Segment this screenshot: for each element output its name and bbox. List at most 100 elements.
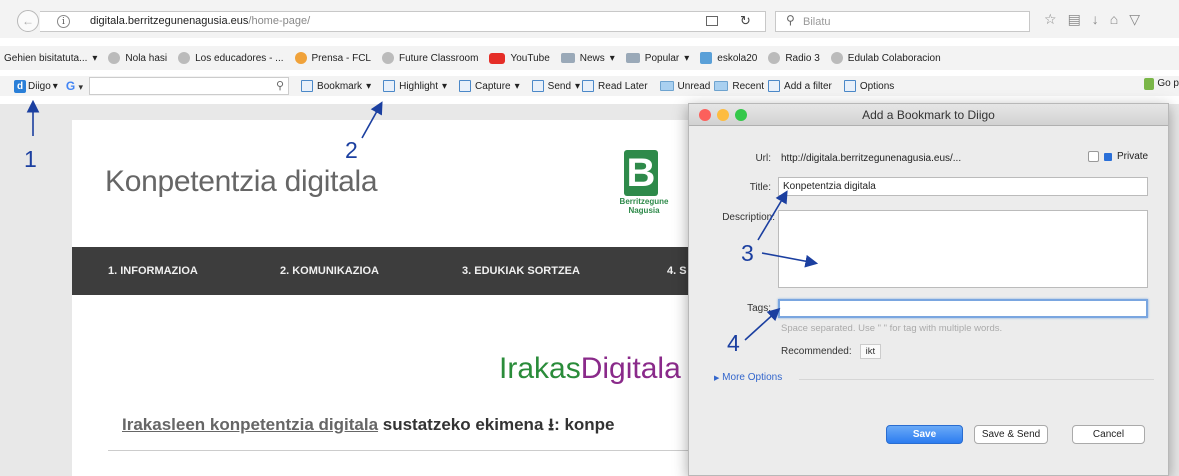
youtube-icon bbox=[489, 52, 506, 64]
site-title: Konpetentzia digitala bbox=[105, 165, 378, 198]
star-icon[interactable]: ☆ bbox=[1044, 11, 1057, 28]
intro-link[interactable]: Irakasleen konpetentzia digitala bbox=[122, 415, 378, 434]
globe-icon bbox=[381, 52, 394, 64]
dialog-titlebar[interactable]: Add a Bookmark to Diigo bbox=[689, 104, 1168, 126]
bookmark-youtube[interactable]: YouTube bbox=[489, 52, 550, 64]
unread-button[interactable]: Unread bbox=[659, 81, 710, 92]
description-label: Description: bbox=[722, 212, 775, 223]
reader-view-icon[interactable] bbox=[706, 16, 718, 26]
read-later-button[interactable]: Read Later bbox=[582, 80, 648, 92]
folder-icon bbox=[659, 81, 674, 91]
intro-text: Irakasleen konpetentzia digitala sustatz… bbox=[122, 415, 615, 434]
browser-search-input[interactable]: ⚲ Bilatu bbox=[775, 11, 1030, 32]
private-checkbox[interactable] bbox=[1088, 151, 1099, 162]
recommended-tag-chip[interactable]: ikt bbox=[859, 344, 882, 359]
chevron-down-icon: ▾ bbox=[366, 80, 372, 92]
divider bbox=[108, 450, 692, 451]
tags-label: Tags: bbox=[747, 303, 771, 314]
download-icon[interactable]: ↓ bbox=[1092, 11, 1099, 28]
reload-icon[interactable]: ↻ bbox=[740, 13, 751, 29]
search-icon: ⚲ bbox=[275, 80, 285, 92]
highlight-icon bbox=[383, 80, 396, 92]
url-bar[interactable]: i digitala.berritzegunenagusia.eus/home-… bbox=[40, 11, 766, 32]
flag-icon bbox=[700, 52, 713, 64]
google-search-engine-button[interactable]: G ▾ bbox=[66, 79, 83, 93]
site-navbar: 1. INFORMAZIOA 2. KOMUNIKAZIOA 3. EDUKIA… bbox=[72, 247, 692, 295]
read-later-icon bbox=[582, 80, 595, 92]
leaf-icon bbox=[1144, 78, 1155, 90]
chevron-down-icon: ▾ bbox=[609, 52, 615, 64]
url-value: http://digitala.berritzegunenagusia.eus/… bbox=[781, 153, 962, 164]
tags-hint: Space separated. Use " " for tag with mu… bbox=[781, 323, 1003, 334]
filter-icon bbox=[768, 80, 781, 92]
berritzegune-logo[interactable]: B bbox=[624, 150, 658, 196]
more-options-toggle[interactable]: ▶ More Options bbox=[714, 372, 782, 383]
bookmark-folder-popular[interactable]: Popular ▾ bbox=[625, 52, 690, 64]
title-input[interactable] bbox=[778, 177, 1148, 196]
bookmarks-bar: Gehien bisitatuta... ▾ Nola hasi Los educ… bbox=[0, 46, 1179, 70]
bookmark-button[interactable]: Bookmark ▾ bbox=[301, 80, 371, 92]
dialog-title: Add a Bookmark to Diigo bbox=[862, 108, 995, 122]
globe-icon bbox=[108, 52, 121, 64]
private-toggle[interactable]: Private bbox=[1088, 151, 1148, 162]
pocket-icon[interactable]: ▽ bbox=[1129, 11, 1140, 28]
home-icon[interactable]: ⌂ bbox=[1110, 11, 1118, 28]
add-filter-button[interactable]: Add a filter bbox=[768, 80, 832, 92]
info-icon[interactable]: i bbox=[57, 15, 70, 28]
diigo-menu-button[interactable]: d Diigo ▾ bbox=[14, 79, 58, 93]
bookmark-los-educadores[interactable]: Los educadores - ... bbox=[178, 52, 284, 64]
search-icon: ⚲ bbox=[786, 13, 795, 27]
save-button[interactable]: Save bbox=[886, 425, 963, 444]
go-premium-link[interactable]: Go p bbox=[1144, 78, 1179, 90]
send-button[interactable]: Send ▾ bbox=[531, 80, 581, 92]
annotation-2: 2 bbox=[345, 137, 358, 163]
folder-icon bbox=[560, 53, 575, 63]
chevron-down-icon: ▾ bbox=[442, 80, 448, 92]
chevron-down-icon: ▾ bbox=[684, 52, 690, 64]
annotation-4: 4 bbox=[727, 330, 740, 356]
add-bookmark-dialog: Add a Bookmark to Diigo Url: http://digi… bbox=[688, 103, 1169, 476]
library-icon[interactable]: ▤ bbox=[1068, 11, 1081, 28]
folder-icon bbox=[714, 81, 729, 91]
description-textarea[interactable] bbox=[778, 210, 1148, 288]
capture-icon bbox=[459, 80, 472, 92]
nav-item-4[interactable]: 4. S bbox=[667, 265, 687, 277]
bookmark-most-visited[interactable]: Gehien bisitatuta... ▾ bbox=[4, 53, 97, 64]
lock-icon bbox=[1104, 152, 1112, 161]
send-icon bbox=[531, 80, 544, 92]
capture-button[interactable]: Capture ▾ bbox=[459, 80, 520, 92]
bookmark-radio3[interactable]: Radio 3 bbox=[768, 52, 820, 64]
chevron-down-icon: ▾ bbox=[92, 52, 98, 64]
back-button[interactable]: ← bbox=[17, 10, 39, 32]
nav-item-informazioa[interactable]: 1. INFORMAZIOA bbox=[108, 265, 198, 277]
options-icon bbox=[843, 80, 856, 92]
recommended-tags: Recommended: ikt bbox=[781, 344, 882, 359]
bookmark-future-classroom[interactable]: Future Classroom bbox=[381, 52, 478, 64]
folder-icon bbox=[625, 53, 640, 63]
bookmark-prensa-fcl[interactable]: Prensa - FCL bbox=[294, 52, 371, 64]
nav-item-komunikazioa[interactable]: 2. KOMUNIKAZIOA bbox=[280, 265, 379, 277]
options-button[interactable]: Options bbox=[843, 80, 894, 92]
browser-nav-icons: ☆ ▤ ↓ ⌂ ▽ bbox=[1044, 11, 1140, 28]
bookmark-eskola20[interactable]: eskola20 bbox=[700, 52, 757, 64]
diigo-logo-icon: d bbox=[14, 79, 26, 93]
chevron-down-icon: ▾ bbox=[52, 80, 58, 92]
chevron-down-icon: ▾ bbox=[78, 82, 84, 92]
bookmark-edulab[interactable]: Edulab Colaboracion bbox=[830, 52, 941, 64]
highlight-button[interactable]: Highlight ▾ bbox=[383, 80, 447, 92]
annotation-3: 3 bbox=[741, 240, 754, 266]
tags-input[interactable] bbox=[778, 299, 1148, 318]
save-send-button[interactable]: Save & Send bbox=[974, 425, 1048, 444]
url-text: digitala.berritzegunenagusia.eus/home-pa… bbox=[90, 15, 311, 27]
url-label: Url: bbox=[755, 153, 771, 164]
bookmark-nola-hasi[interactable]: Nola hasi bbox=[108, 52, 167, 64]
chevron-down-icon: ▾ bbox=[575, 80, 581, 92]
title-label: Title: bbox=[749, 182, 771, 193]
globe-icon bbox=[178, 52, 191, 64]
diigo-search-input[interactable]: ⚲ bbox=[89, 77, 290, 95]
bookmark-folder-news[interactable]: News ▾ bbox=[560, 52, 615, 64]
recent-button[interactable]: Recent bbox=[714, 81, 764, 92]
cancel-button[interactable]: Cancel bbox=[1072, 425, 1145, 444]
annotation-1: 1 bbox=[24, 146, 37, 172]
nav-item-edukiak-sortzea[interactable]: 3. EDUKIAK SORTZEA bbox=[462, 265, 580, 277]
